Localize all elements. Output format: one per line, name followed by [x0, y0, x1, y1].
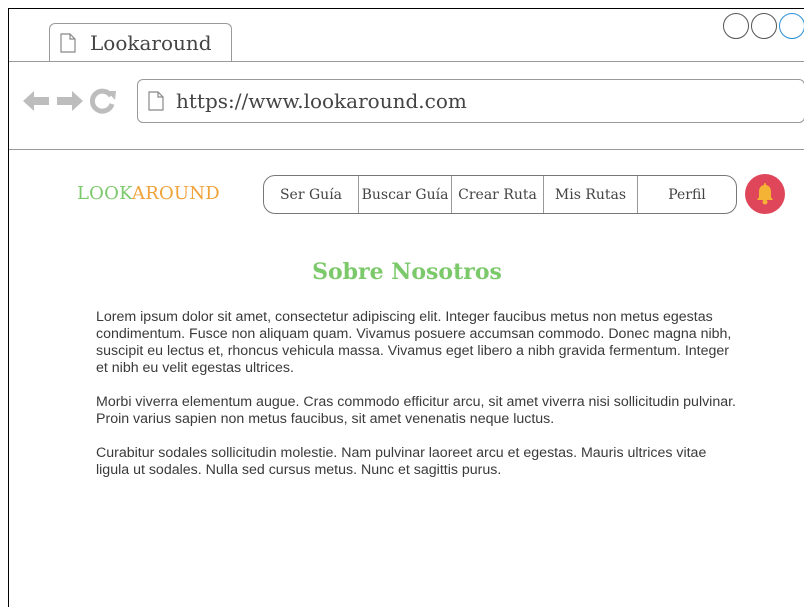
address-row: https://www.lookaround.com: [9, 77, 804, 125]
back-arrow-icon[interactable]: [21, 88, 51, 114]
navigation-buttons: [21, 87, 117, 115]
notifications-button[interactable]: [745, 174, 785, 214]
tab-title: Lookaround: [90, 31, 212, 55]
nav-item-ser-guia[interactable]: Ser Guía: [264, 176, 359, 213]
logo-around: AROUND: [132, 183, 220, 204]
paragraph: Morbi viverra elementum augue. Cras comm…: [96, 394, 737, 427]
browser-tab[interactable]: Lookaround: [49, 23, 232, 62]
forward-arrow-icon[interactable]: [55, 88, 85, 114]
about-content: Lorem ipsum dolor sit amet, consectetur …: [96, 309, 736, 496]
close-button[interactable]: [779, 13, 804, 39]
window-controls: [723, 13, 804, 39]
minimize-button[interactable]: [723, 13, 749, 39]
nav-item-perfil[interactable]: Perfil: [638, 176, 736, 213]
browser-chrome-divider: [9, 149, 804, 150]
maximize-button[interactable]: [751, 13, 777, 39]
page-icon: [148, 91, 164, 111]
paragraph: Curabitur sodales sollicitudin molestie.…: [96, 445, 707, 478]
url-text: https://www.lookaround.com: [176, 89, 467, 113]
tab-strip: Lookaround: [9, 9, 804, 62]
browser-window: Lookaround https://www.lookaround.com LO…: [8, 8, 804, 607]
reload-icon[interactable]: [89, 87, 117, 115]
logo-look: LOOK: [77, 183, 132, 204]
main-nav: Ser Guía Buscar Guía Crear Ruta Mis Ruta…: [263, 175, 737, 214]
address-bar[interactable]: https://www.lookaround.com: [137, 79, 804, 123]
tab-divider: [9, 61, 804, 62]
nav-item-crear-ruta[interactable]: Crear Ruta: [452, 176, 544, 213]
page-title: Sobre Nosotros: [312, 259, 502, 285]
paragraph: Lorem ipsum dolor sit amet, consectetur …: [96, 309, 732, 376]
nav-item-mis-rutas[interactable]: Mis Rutas: [544, 176, 638, 213]
nav-item-buscar-guia[interactable]: Buscar Guía: [359, 176, 452, 213]
document-icon: [60, 33, 76, 53]
bell-icon: [757, 183, 773, 205]
site-logo[interactable]: LOOKAROUND: [77, 183, 220, 204]
